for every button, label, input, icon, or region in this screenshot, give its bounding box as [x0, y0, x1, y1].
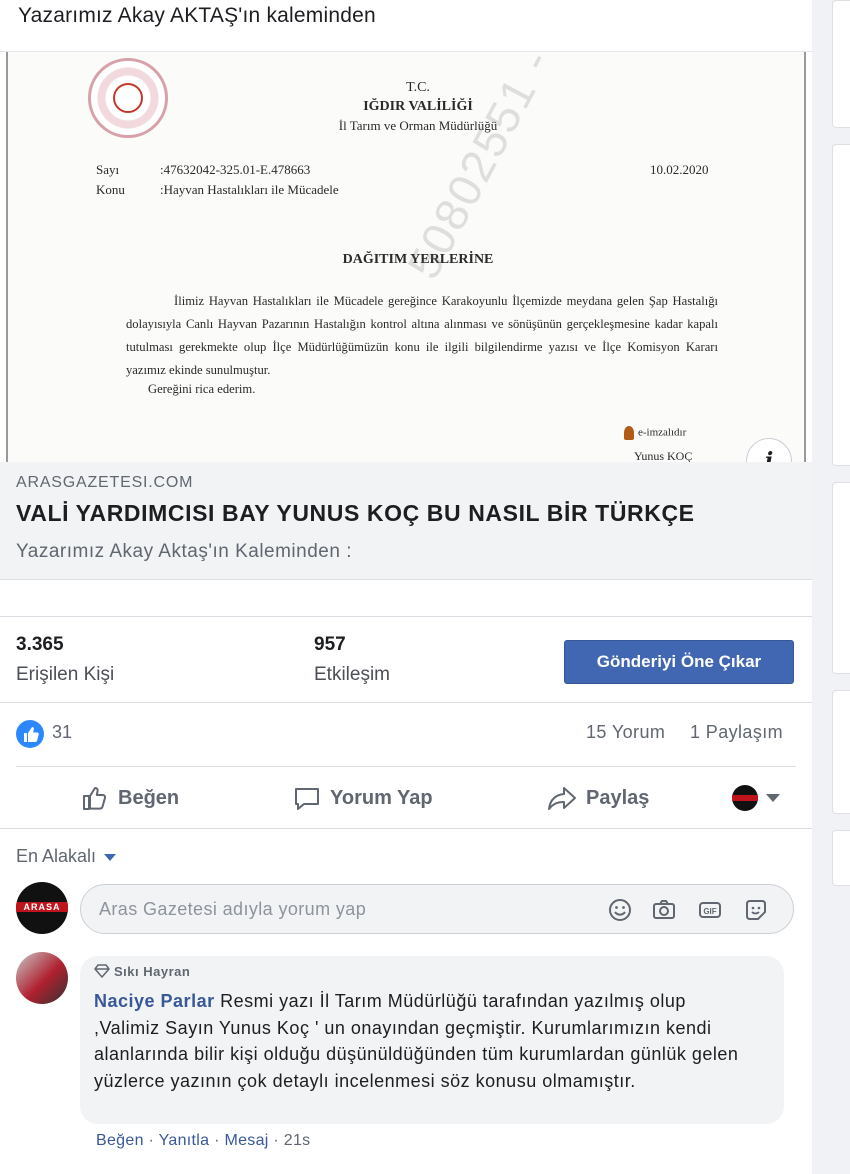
comment-button-label: Yorum Yap [330, 786, 433, 809]
doc-heading-office: IĞDIR VALİLİĞİ [363, 99, 473, 114]
top-fan-label: Sıkı Hayran [114, 964, 191, 979]
comment-input-placeholder: Aras Gazetesi adıyla yorum yap [99, 899, 367, 919]
like-count[interactable]: 31 [52, 722, 72, 743]
divider [0, 702, 812, 703]
thumbs-up-icon [83, 787, 107, 810]
link-domain[interactable]: ARASGAZETESI.COM [16, 474, 193, 492]
right-panel [832, 0, 850, 128]
top-fan-badge: Sıkı Hayran [94, 964, 190, 979]
link-description[interactable]: Yazarımız Akay Aktaş'ın Kaleminden : [16, 541, 352, 563]
divider [16, 766, 796, 767]
doc-body: İlimiz Hayvan Hastalıkları ile Mücadele … [126, 294, 718, 377]
comment-sort-dropdown[interactable]: En Alakalı [16, 846, 117, 867]
page-avatar: ARASA [16, 882, 68, 934]
doc-konu-label: Konu [96, 182, 125, 197]
like-reaction-icon[interactable] [16, 720, 44, 748]
commenter-avatar[interactable] [16, 952, 68, 1004]
comment-body: Naciye Parlar Resmi yazı İl Tarım Müdürl… [94, 988, 744, 1094]
share-count[interactable]: 1 Paylaşım [690, 722, 783, 743]
boost-post-button[interactable]: Gönderiyi Öne Çıkar [564, 640, 794, 684]
caret-down-icon [104, 853, 117, 861]
engagement-value: 957 [314, 634, 346, 655]
doc-closing: Gereğini rica ederim. [148, 382, 256, 396]
divider [0, 828, 812, 829]
comment-sort-label: En Alakalı [16, 846, 97, 866]
doc-heading-tc: T.C. [406, 80, 430, 95]
emoji-icon[interactable] [607, 897, 633, 923]
comment-reply-link[interactable]: Yanıtla [159, 1132, 210, 1149]
diamond-icon [94, 964, 110, 978]
link-title[interactable]: VALİ YARDIMCISI BAY YUNUS KOÇ BU NASIL B… [16, 500, 695, 527]
engagement-label: Etkileşim [314, 664, 391, 685]
doc-date: 10.02.2020 [650, 162, 709, 177]
right-panel [832, 830, 850, 886]
comment-count[interactable]: 15 Yorum [586, 722, 665, 743]
chevron-down-icon [766, 794, 780, 802]
doc-esign: e-imzalıdır [624, 426, 686, 440]
right-column [818, 0, 850, 1174]
doc-signer: Yunus KOÇ [634, 449, 693, 462]
comment-input[interactable]: Aras Gazetesi adıyla yorum yap GIF [80, 884, 794, 934]
share-button[interactable]: Paylaş [546, 780, 649, 816]
page-avatar-label: ARASA [16, 902, 68, 912]
doc-heading-directorate: İl Tarım ve Orman Müdürlüğü [338, 118, 498, 133]
right-panel [832, 144, 850, 466]
reach-value: 3.365 [16, 634, 64, 655]
post-caption: Yazarımız Akay AKTAŞ'ın kaleminden [18, 4, 376, 27]
right-panel [832, 482, 850, 674]
share-button-label: Paylaş [586, 786, 650, 809]
divider [0, 616, 812, 617]
right-panel [832, 690, 850, 814]
camera-icon[interactable] [651, 897, 677, 923]
doc-sayi-value: :47632042-325.01-E.478663 [160, 162, 311, 177]
comment-bubble-icon [295, 788, 319, 810]
comment-message-link[interactable]: Mesaj [224, 1132, 268, 1149]
doc-konu-value: :Hayvan Hastalıkları ile Mücadele [160, 182, 339, 197]
reach-label: Erişilen Kişi [16, 664, 115, 685]
doc-esign-label: e-imzalıdır [638, 426, 687, 439]
doc-sayi-label: Sayı [96, 162, 120, 177]
comment-author[interactable]: Naciye Parlar [94, 991, 215, 1011]
comment-actions: Beğen · Yanıtla · Mesaj · 21s [96, 1132, 311, 1149]
esign-ribbon-icon [624, 426, 634, 440]
comment-like-link[interactable]: Beğen [96, 1132, 144, 1149]
svg-text:GIF: GIF [703, 907, 716, 916]
like-button[interactable]: Beğen [80, 780, 179, 816]
share-arrow-icon [548, 787, 576, 810]
post-card: Yazarımız Akay AKTAŞ'ın kaleminden T.C. … [0, 0, 812, 1174]
comment-time[interactable]: 21s [284, 1132, 311, 1149]
post-as-selector[interactable] [732, 780, 780, 816]
like-button-label: Beğen [118, 786, 180, 809]
comment-button[interactable]: Yorum Yap [292, 780, 433, 816]
document-image[interactable]: T.C. IĞDIR VALİLİĞİ İl Tarım ve Orman Mü… [6, 52, 806, 462]
gif-icon[interactable]: GIF [697, 897, 723, 923]
page-mini-avatar [732, 785, 758, 811]
sticker-icon[interactable] [743, 897, 769, 923]
